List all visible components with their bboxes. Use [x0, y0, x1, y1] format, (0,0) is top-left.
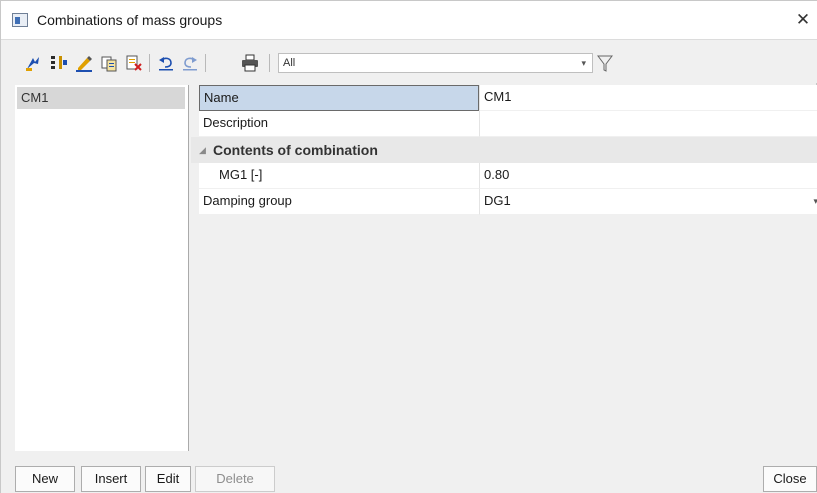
filter-combobox[interactable]: All ▾	[278, 53, 593, 73]
toolbar-separator	[269, 54, 270, 72]
property-label-damping[interactable]: Damping group	[199, 189, 479, 215]
category-label: Contents of combination	[213, 142, 378, 158]
close-window-button[interactable]: ✕	[788, 7, 817, 33]
filter-icon[interactable]	[597, 53, 613, 73]
button-bar: New Insert Edit Delete Close	[1, 451, 817, 493]
collapse-toggle-icon[interactable]: ◢	[199, 137, 206, 163]
toolbar-separator	[149, 54, 150, 72]
combination-list[interactable]: CM1	[15, 85, 189, 451]
property-row-damping: Damping group DG1 ▾	[191, 189, 817, 215]
columns-icon[interactable]	[50, 54, 68, 72]
window-icon	[12, 13, 28, 27]
property-row-name: Name CM1	[191, 85, 817, 111]
insert-button[interactable]: Insert	[81, 466, 141, 492]
toolbar: All ▾	[1, 39, 817, 83]
edit-pencil-icon[interactable]	[75, 54, 93, 72]
property-row-mg1: MG1 [-] 0.80	[191, 163, 817, 189]
chevron-down-icon[interactable]: ▾	[813, 189, 817, 213]
copy-icon[interactable]	[100, 54, 118, 72]
undo-icon[interactable]	[157, 54, 175, 72]
chevron-down-icon[interactable]: ▾	[581, 54, 586, 72]
property-value-description[interactable]	[479, 111, 817, 137]
window-title: Combinations of mass groups	[37, 12, 223, 28]
damping-group-value: DG1	[484, 193, 511, 208]
redo-icon[interactable]	[181, 54, 199, 72]
delete-button[interactable]: Delete	[195, 466, 275, 492]
title-bar: Combinations of mass groups ✕	[1, 1, 817, 39]
new-button[interactable]: New	[15, 466, 75, 492]
category-row-contents[interactable]: ◢ Contents of combination	[191, 137, 817, 163]
property-row-description: Description	[191, 111, 817, 137]
property-value-name[interactable]: CM1	[479, 85, 817, 111]
filter-value: All	[283, 57, 296, 69]
list-item[interactable]: CM1	[17, 87, 185, 109]
property-value-mg1[interactable]: 0.80	[479, 163, 817, 189]
property-value-damping[interactable]: DG1 ▾	[479, 189, 817, 215]
select-icon[interactable]	[24, 54, 42, 72]
edit-button[interactable]: Edit	[145, 466, 191, 492]
delete-doc-icon[interactable]	[125, 54, 143, 72]
dialog-window: Combinations of mass groups ✕ All ▾ CM1 …	[0, 0, 817, 493]
toolbar-separator	[205, 54, 206, 72]
property-label-name[interactable]: Name	[199, 85, 479, 111]
print-icon[interactable]	[241, 54, 259, 72]
close-button[interactable]: Close	[763, 466, 817, 492]
property-label-description[interactable]: Description	[199, 111, 479, 137]
property-label-mg1[interactable]: MG1 [-]	[199, 163, 479, 189]
property-grid: Name CM1 Description ◢ Contents of combi…	[191, 85, 817, 451]
